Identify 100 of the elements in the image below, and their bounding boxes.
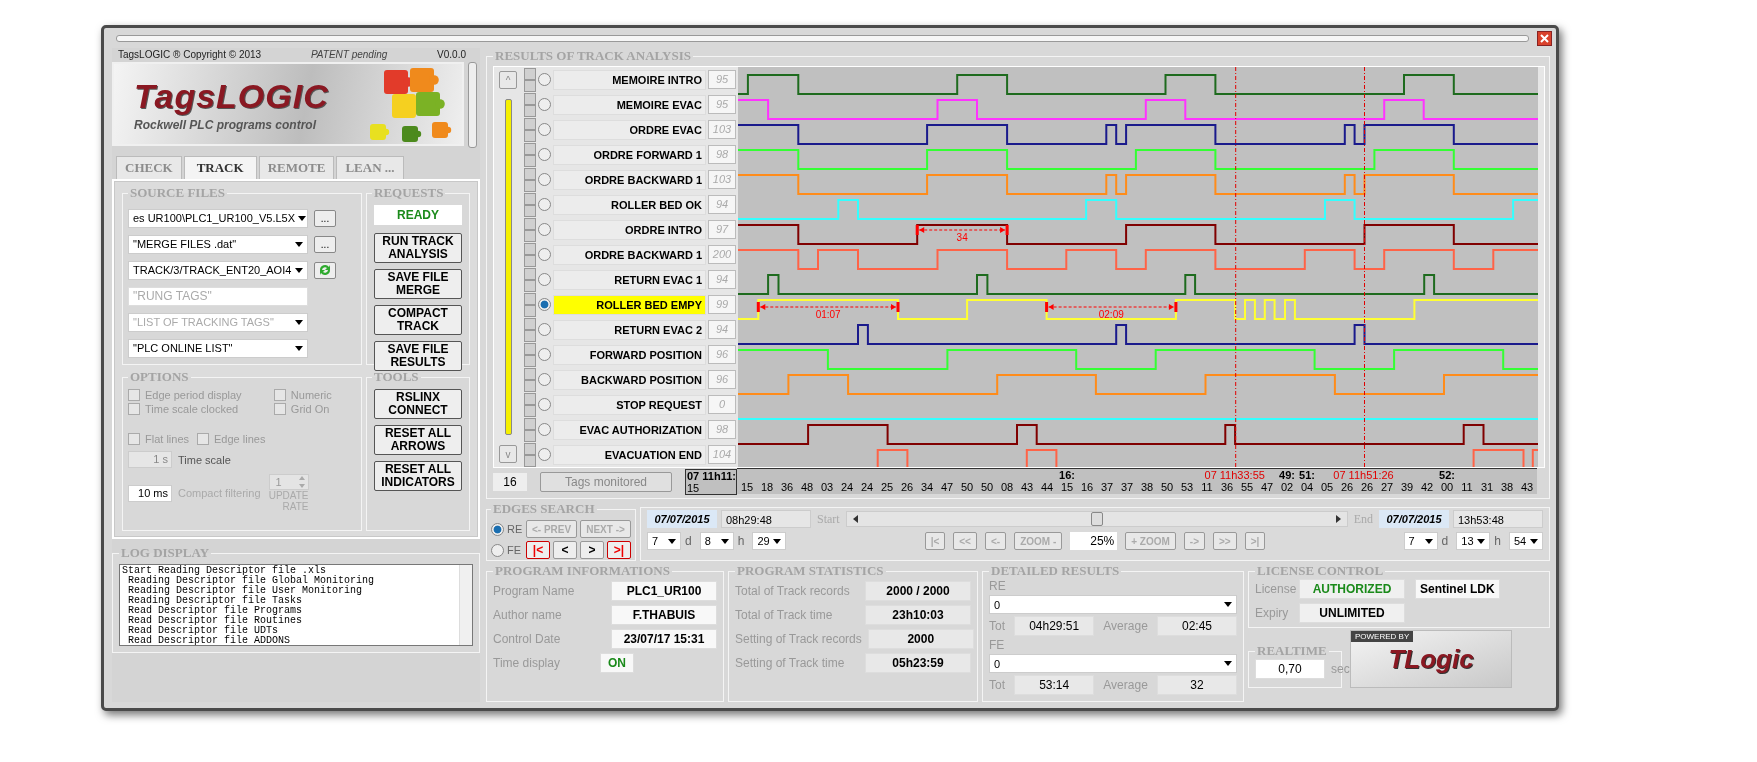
radio-button[interactable] — [538, 273, 551, 286]
dropdown[interactable]: 8 — [699, 532, 734, 550]
checkbox[interactable] — [524, 142, 536, 155]
signal-label[interactable]: ORDRE FORWARD 1 — [553, 144, 706, 165]
radio-button[interactable] — [538, 248, 551, 261]
scrollbar[interactable] — [468, 62, 477, 148]
zoom-field[interactable]: 25% — [1070, 532, 1118, 550]
radio-button[interactable] — [538, 373, 551, 386]
checkbox[interactable] — [128, 433, 140, 445]
scrollbar[interactable] — [845, 511, 1348, 527]
checkbox[interactable] — [197, 433, 210, 445]
radio-button[interactable] — [538, 173, 551, 186]
checkbox[interactable] — [524, 367, 536, 380]
radio-button[interactable] — [491, 543, 504, 557]
checkbox[interactable] — [524, 242, 536, 255]
dropdown[interactable]: 54 — [1509, 532, 1543, 550]
radio-button[interactable] — [538, 298, 551, 311]
radio-button[interactable] — [538, 73, 551, 86]
checkbox[interactable] — [524, 267, 536, 280]
checkbox[interactable] — [524, 92, 536, 105]
radio-button[interactable] — [538, 223, 551, 236]
dropdown[interactable]: "MERGE FILES .dat" — [128, 234, 308, 254]
button[interactable]: RUN TRACK ANALYSIS — [374, 233, 462, 263]
browse-button[interactable]: ... — [314, 209, 336, 227]
time-field[interactable]: 08h29:48 — [721, 510, 811, 528]
nav-button[interactable]: > — [580, 541, 604, 559]
checkbox[interactable] — [128, 403, 140, 415]
checkbox[interactable] — [524, 292, 536, 305]
checkbox[interactable] — [524, 167, 536, 180]
nav-button[interactable]: |< — [526, 541, 550, 559]
dropdown[interactable]: 7 — [1403, 532, 1438, 550]
time-field[interactable]: 13h53:48 — [1453, 510, 1543, 528]
dropdown[interactable]: 7 — [647, 532, 681, 550]
signal-label[interactable]: ORDRE BACKWARD 1 — [553, 244, 706, 265]
checkbox[interactable] — [524, 442, 536, 455]
radio-button[interactable] — [538, 123, 551, 136]
signal-label[interactable]: ORDRE EVAC — [553, 119, 706, 140]
signal-label[interactable]: RETURN EVAC 2 — [553, 319, 706, 340]
scrollbar[interactable] — [504, 99, 512, 435]
signal-label[interactable]: BACKWARD POSITION — [553, 369, 706, 390]
button[interactable]: SAVE FILE RESULTS — [374, 341, 462, 371]
tab[interactable]: TRACK — [183, 156, 257, 179]
signal-label[interactable]: FORWARD POSITION — [553, 344, 706, 365]
number-field[interactable]: 10 ms — [128, 484, 172, 502]
date-field[interactable]: 07/07/2015 — [1379, 510, 1449, 528]
checkbox[interactable] — [524, 342, 536, 355]
checkbox[interactable] — [524, 392, 536, 405]
radio-button[interactable] — [538, 323, 551, 336]
dropdown[interactable]: es UR100\PLC1_UR100_V5.L5X — [128, 208, 308, 228]
tick-label: 34 — [920, 481, 934, 493]
signal-label[interactable]: EVACUATION END — [553, 444, 706, 465]
scroll-thumb[interactable] — [1090, 512, 1103, 526]
button[interactable]: RESET ALL INDICATORS — [374, 461, 462, 491]
signal-label[interactable]: ROLLER BED EMPY — [553, 294, 706, 315]
signal-label[interactable]: ORDRE INTRO — [553, 219, 706, 240]
radio-button[interactable] — [538, 423, 551, 436]
checkbox[interactable] — [524, 192, 536, 205]
radio-button[interactable] — [538, 398, 551, 411]
signal-label[interactable]: RETURN EVAC 1 — [553, 269, 706, 290]
nav-button[interactable]: >| — [607, 541, 631, 559]
tick-label: 36 — [1220, 481, 1234, 493]
button[interactable]: RESET ALL ARROWS — [374, 425, 462, 455]
value-field: F.THABUIS — [611, 605, 717, 625]
checkbox[interactable] — [524, 117, 536, 130]
button[interactable]: COMPACT TRACK — [374, 305, 462, 335]
browse-button[interactable]: ... — [314, 235, 336, 253]
checkbox[interactable] — [524, 417, 536, 430]
dropdown[interactable]: "PLC ONLINE LIST" — [128, 338, 308, 358]
button[interactable]: SAVE FILE MERGE — [374, 269, 462, 299]
signal-count: 94 — [708, 270, 736, 289]
refresh-button[interactable] — [314, 261, 336, 279]
signal-count: 200 — [708, 245, 736, 264]
signal-count: 98 — [708, 420, 736, 439]
dropdown[interactable]: 29 — [752, 532, 787, 550]
radio-button[interactable] — [491, 522, 504, 536]
button[interactable]: RSLINX CONNECT — [374, 389, 462, 419]
close-button[interactable] — [1537, 30, 1552, 46]
checkbox[interactable] — [524, 317, 536, 330]
checkbox[interactable] — [273, 389, 286, 401]
dropdown[interactable]: 0 — [989, 654, 1237, 673]
signal-label[interactable]: STOP REQUEST — [553, 394, 706, 415]
nav-button[interactable]: < — [553, 541, 577, 559]
radio-button[interactable] — [538, 448, 551, 461]
dropdown[interactable]: TRACK/3/TRACK_ENT20_AOI4 — [128, 260, 308, 280]
signal-label[interactable]: ROLLER BED OK — [553, 194, 706, 215]
dropdown[interactable]: 13 — [1456, 532, 1491, 550]
signal-label[interactable]: EVAC AUTHORIZATION — [553, 419, 706, 440]
checkbox[interactable] — [524, 67, 536, 80]
date-field[interactable]: 07/07/2015 — [647, 510, 717, 528]
radio-button[interactable] — [538, 98, 551, 111]
radio-button[interactable] — [538, 348, 551, 361]
radio-button[interactable] — [538, 198, 551, 211]
signal-label[interactable]: MEMOIRE INTRO — [553, 69, 706, 90]
radio-button[interactable] — [538, 148, 551, 161]
checkbox[interactable] — [524, 217, 536, 230]
checkbox[interactable] — [128, 389, 140, 401]
checkbox[interactable] — [273, 403, 286, 415]
dropdown[interactable]: 0 — [989, 595, 1237, 614]
signal-label[interactable]: MEMOIRE EVAC — [553, 94, 706, 115]
signal-label[interactable]: ORDRE BACKWARD 1 — [553, 169, 706, 190]
